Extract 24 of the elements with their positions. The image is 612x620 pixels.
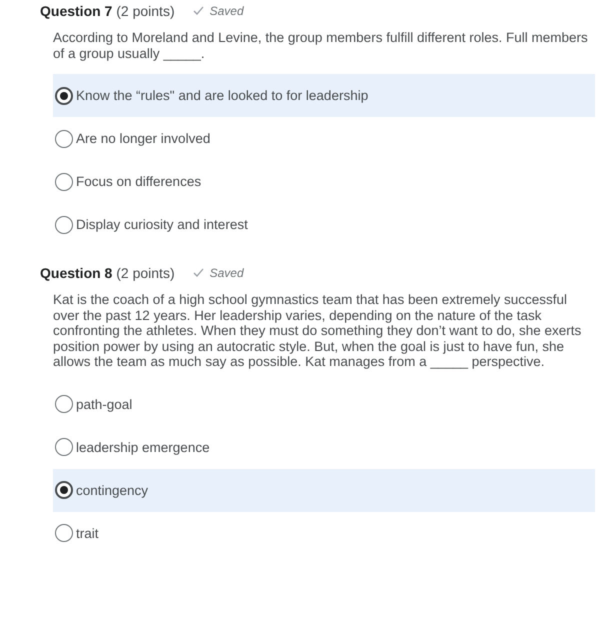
- saved-status: Saved: [210, 266, 244, 280]
- answer-option[interactable]: Display curiosity and interest: [53, 203, 595, 246]
- radio-button[interactable]: [55, 395, 73, 413]
- answer-option[interactable]: path-goal: [53, 382, 595, 426]
- radio-button[interactable]: [55, 524, 73, 542]
- radio-button[interactable]: [55, 216, 73, 234]
- question-title: Question 8 (2 points): [40, 264, 175, 280]
- radio-button[interactable]: [55, 481, 73, 499]
- question-text: According to Moreland and Levine, the group members fulfill different roles. Full members of a group usually _____.: [53, 30, 589, 61]
- checkmark-icon: [192, 6, 204, 15]
- saved-status: Saved: [210, 4, 244, 18]
- radio-button[interactable]: [55, 438, 73, 456]
- question-text: Kat is the coach of a high school gymnastics team that has been extremely successful over the past 12 years. Her leadership varies, depending on the nature of the task confronting the athletes. When they must do something they don’t want to do, she exerts position power by using an autocratic style. But, when the goal is just to have fun, she allows the team as much say as possible. Kat manages from a _____ perspective.: [53, 292, 582, 370]
- checkmark-icon: [192, 268, 204, 277]
- radio-button[interactable]: [55, 172, 73, 190]
- answer-option[interactable]: Are no longer involved: [53, 117, 595, 160]
- answer-option[interactable]: Focus on differences: [53, 160, 595, 203]
- radio-button[interactable]: [55, 86, 73, 104]
- answer-option[interactable]: trait: [53, 512, 595, 554]
- answer-option[interactable]: leadership emergence: [53, 426, 595, 468]
- answer-option[interactable]: contingency: [53, 468, 595, 512]
- answer-option[interactable]: Know the “rules" and are looked to for leadership: [53, 74, 595, 117]
- radio-button[interactable]: [55, 130, 73, 148]
- question-title: Question 7 (2 points): [40, 2, 175, 18]
